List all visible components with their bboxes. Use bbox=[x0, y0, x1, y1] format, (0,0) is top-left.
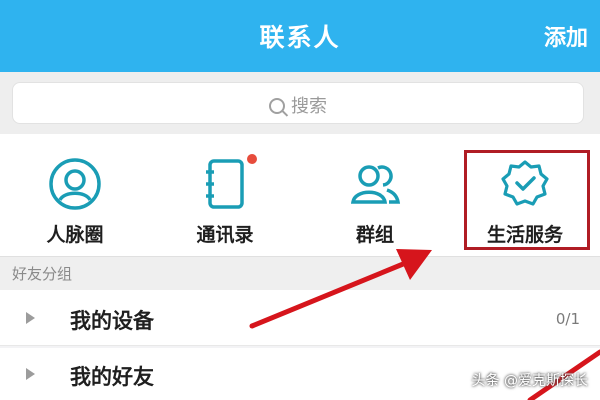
section-title: 好友分组 bbox=[12, 265, 73, 283]
search-icon bbox=[269, 98, 285, 114]
quick-action-address-book[interactable]: 通讯录 bbox=[150, 134, 300, 256]
search-input[interactable]: 搜索 bbox=[12, 82, 584, 124]
notification-badge bbox=[247, 154, 257, 164]
search-area: 搜索 bbox=[0, 72, 600, 134]
group-count: 0/1 bbox=[555, 310, 580, 328]
group-label: 我的设备 bbox=[70, 309, 154, 333]
quick-action-label: 通讯录 bbox=[196, 224, 254, 246]
highlight-box bbox=[464, 150, 590, 250]
watermark: 头条 @爱克斯探长 bbox=[471, 373, 588, 389]
group-label: 我的好友 bbox=[70, 365, 154, 389]
add-button[interactable]: 添加 bbox=[544, 20, 588, 52]
friend-groups-header: 好友分组 bbox=[0, 256, 600, 290]
quick-action-label: 人脉圈 bbox=[46, 224, 104, 246]
page-title: 联系人 bbox=[259, 23, 341, 52]
contacts-circle-icon bbox=[49, 158, 101, 210]
search-placeholder: 搜索 bbox=[291, 96, 327, 117]
expand-arrow-icon bbox=[26, 312, 35, 324]
expand-arrow-icon bbox=[26, 368, 35, 380]
quick-action-contacts-circle[interactable]: 人脉圈 bbox=[0, 134, 150, 256]
address-book-icon bbox=[206, 159, 244, 209]
quick-action-group[interactable]: 群组 bbox=[300, 134, 450, 256]
group-icon bbox=[350, 165, 401, 204]
search-placeholder-wrap: 搜索 bbox=[13, 92, 583, 118]
quick-action-label: 群组 bbox=[355, 224, 394, 246]
title-bar: 联系人 添加 bbox=[0, 0, 600, 72]
group-row-devices[interactable]: 我的设备 0/1 bbox=[0, 290, 600, 346]
